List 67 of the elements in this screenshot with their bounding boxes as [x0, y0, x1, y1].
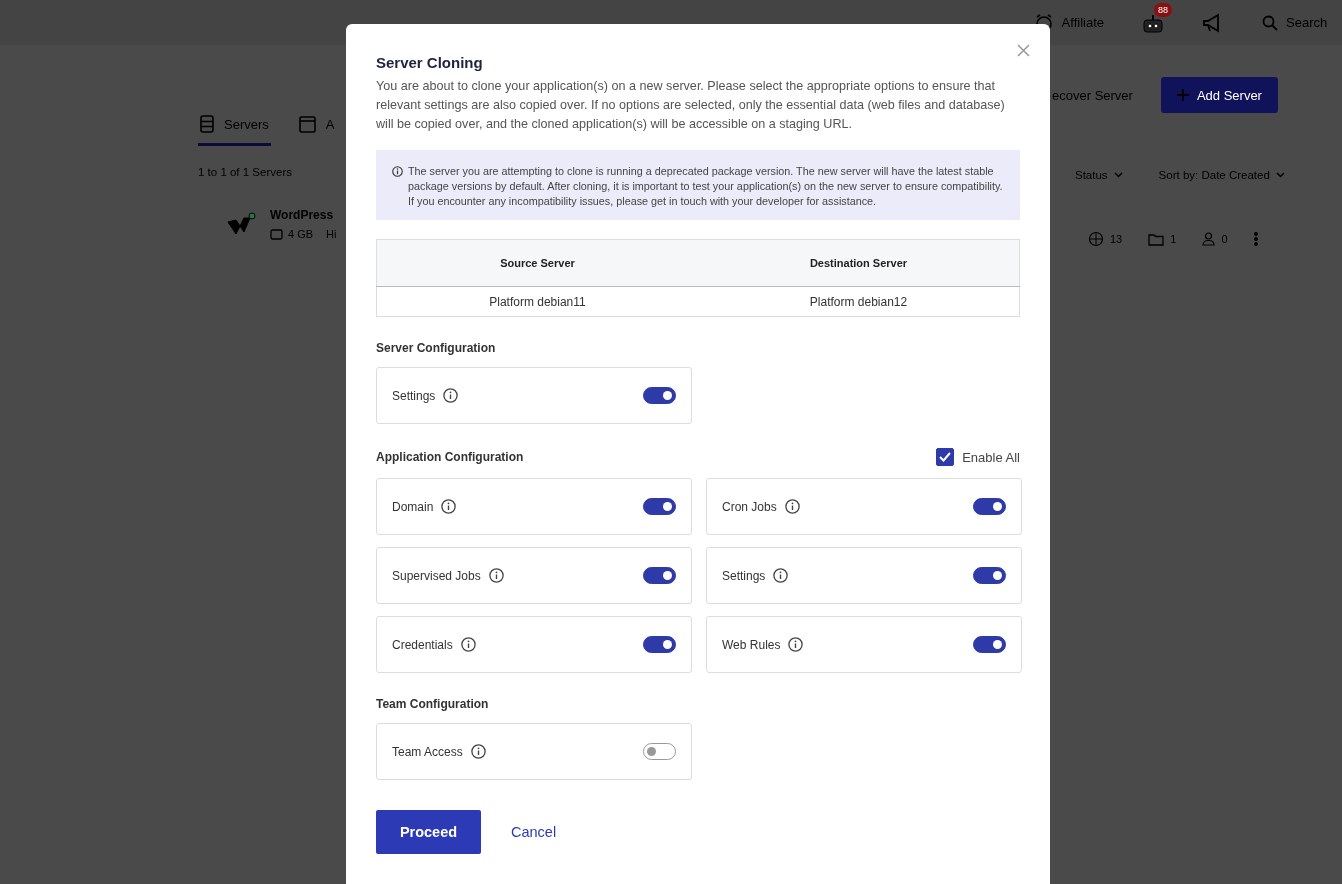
option-label: Supervised Jobs: [392, 568, 481, 583]
toggle-switch[interactable]: [643, 567, 676, 584]
notice-text: The server you are attempting to clone is running a deprecated package version. The new server will have the latest stable package versions by default. After cloning, it is important to test your application(s) on the new server to ensure compatibility. If you encounter any incompatibility issues, please get in touch with your developer for assistance.: [408, 164, 1004, 209]
window-icon: [298, 115, 316, 133]
tab[interactable]: A: [296, 115, 337, 146]
option-label: Settings: [722, 568, 766, 583]
column-header: Source Server: [376, 239, 698, 287]
recover-server-button[interactable]: ecover Server: [1052, 87, 1133, 103]
sort-dropdown[interactable]: Sort by: Date Created: [1158, 169, 1285, 181]
section-title: Application Configuration: [376, 450, 524, 464]
info-icon: [788, 637, 804, 652]
toggle-switch[interactable]: [643, 387, 676, 404]
option-label: Team Access: [392, 744, 463, 759]
toggle-switch[interactable]: [643, 636, 676, 653]
database-icon: [200, 115, 214, 133]
logo-icon: [226, 212, 256, 236]
plan-text: Hi: [326, 228, 337, 240]
option-label: Cron Jobs: [722, 499, 777, 514]
server-count: 1 to 1 of 1 Servers: [198, 166, 293, 178]
toggle-switch[interactable]: [973, 498, 1006, 515]
option-label: Domain: [392, 499, 434, 514]
info-icon: [460, 637, 476, 652]
info-icon: [470, 744, 486, 759]
close-icon[interactable]: [1017, 44, 1030, 57]
toggle-switch[interactable]: [643, 743, 676, 760]
description-text: You are about to clone your application(s) on a new server. Please select the appropriate options to ensure that relevant settings are also copied over. If no options are selected, only the essential data (web files and database) will be copied over, and the cloned application(s) will be accessible on a staging URL.: [376, 78, 1006, 133]
website-count: 13: [1110, 233, 1123, 245]
info-icon: [784, 499, 800, 514]
folder-icon: [1148, 232, 1165, 246]
info-icon: [443, 388, 459, 403]
status-dropdown[interactable]: Status: [1075, 169, 1123, 181]
option-label: Settings: [392, 388, 436, 403]
search-field[interactable]: Search: [1286, 15, 1336, 30]
user-icon: [1202, 232, 1216, 246]
enable-all-label: Enable All: [962, 449, 1020, 465]
toggle-switch[interactable]: [973, 636, 1006, 653]
dialog-title: Server Cloning: [376, 54, 484, 71]
column-header: Destination Server: [698, 239, 1020, 287]
tab[interactable]: Servers: [198, 115, 271, 146]
info-icon: [488, 568, 504, 583]
checkbox[interactable]: [936, 448, 955, 466]
globe-icon: [1088, 231, 1104, 247]
section-title: Server Configuration: [376, 341, 496, 355]
plus-icon: [1176, 89, 1189, 101]
option-label: Web Rules: [722, 637, 781, 652]
member-count: 0: [1221, 233, 1228, 245]
add-server-button[interactable]: Add Server: [1160, 77, 1278, 113]
folder-count: 1: [1170, 233, 1177, 245]
info-icon: [441, 499, 457, 514]
info-icon: [392, 166, 403, 177]
table-cell: Platform debian12: [698, 286, 1020, 317]
chevron-icon: [1113, 172, 1123, 178]
ram-text: 4 GB: [288, 228, 314, 240]
search-icon: [1262, 14, 1278, 31]
table-cell: Platform debian11: [376, 286, 698, 317]
notification-badge: 88: [1154, 2, 1172, 17]
chip-icon: [270, 228, 283, 240]
proceed-button[interactable]: Proceed: [376, 810, 481, 854]
server-name[interactable]: WordPress: [270, 208, 337, 222]
toggle-switch[interactable]: [643, 498, 676, 515]
section-title: Team Configuration: [376, 697, 489, 711]
info-icon: [773, 568, 789, 583]
chevron-icon: [1275, 172, 1285, 178]
cancel-button[interactable]: Cancel: [491, 824, 577, 840]
option-label: Credentials: [392, 637, 453, 652]
affiliate-link[interactable]: Affiliate: [1061, 15, 1104, 30]
toggle-switch[interactable]: [973, 567, 1006, 584]
